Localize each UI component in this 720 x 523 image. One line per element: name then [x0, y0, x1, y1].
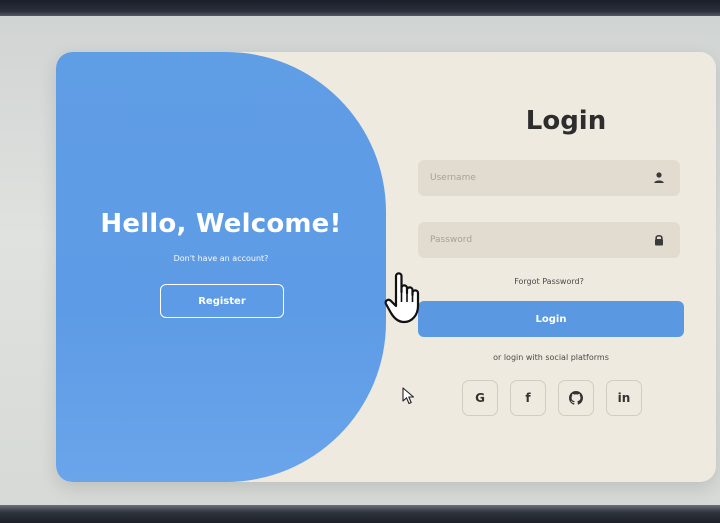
github-icon: [569, 391, 583, 405]
github-login-button[interactable]: [558, 380, 594, 416]
hand-pointer-cursor-icon: [384, 272, 420, 324]
welcome-title: Hello, Welcome!: [100, 209, 342, 239]
linkedin-icon: in: [617, 391, 631, 405]
welcome-subtitle: Don't have an account?: [173, 254, 269, 263]
login-title: Login: [525, 106, 607, 136]
arrow-cursor-icon: [402, 387, 415, 405]
lock-icon: [655, 234, 663, 246]
facebook-login-button[interactable]: f: [510, 380, 546, 416]
monitor-top-bezel: [0, 0, 720, 16]
username-field-container: [418, 160, 680, 196]
google-icon: G: [475, 391, 485, 405]
user-icon: [654, 172, 664, 183]
google-login-button[interactable]: G: [462, 380, 498, 416]
password-input[interactable]: [430, 222, 650, 258]
username-input[interactable]: [430, 160, 650, 196]
register-button[interactable]: Register: [160, 284, 284, 318]
login-card: Hello, Welcome! Don't have an account? R…: [56, 52, 716, 482]
monitor-bottom-bezel: [0, 505, 720, 523]
login-button[interactable]: Login: [418, 301, 684, 337]
facebook-icon: f: [525, 391, 531, 405]
social-login-text: or login with social platforms: [493, 353, 609, 362]
password-field-container: [418, 222, 680, 258]
forgot-password-link[interactable]: Forgot Password?: [418, 277, 680, 286]
linkedin-login-button[interactable]: in: [606, 380, 642, 416]
welcome-panel: Hello, Welcome! Don't have an account? R…: [56, 52, 386, 482]
